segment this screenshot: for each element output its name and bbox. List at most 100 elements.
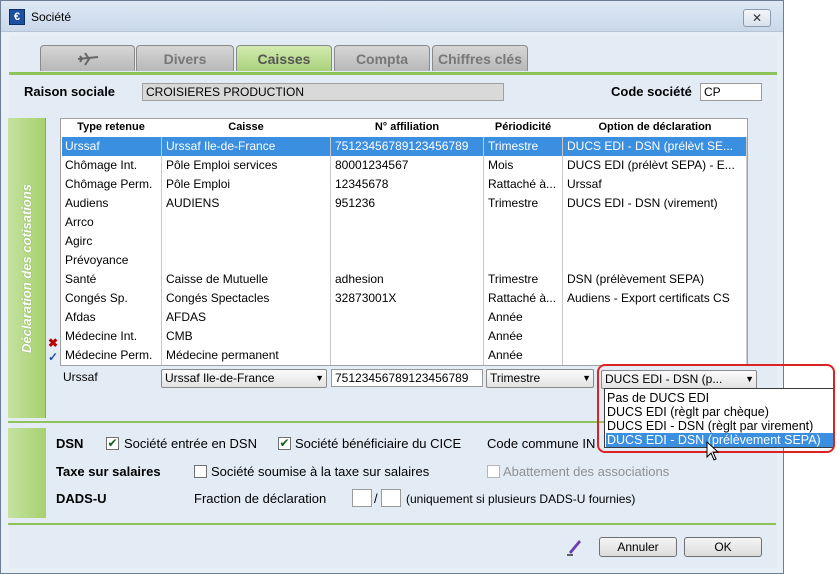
col-header[interactable]: Option de déclaration <box>563 121 747 137</box>
table-cell[interactable]: Trimestre <box>488 139 562 153</box>
table-cell[interactable]: Agirc <box>65 234 160 248</box>
affiliation-field[interactable]: 75123456789123456789 <box>331 369 483 387</box>
bottom-side-band <box>8 428 46 518</box>
table-cell[interactable]: Trimestre <box>488 196 562 210</box>
table-row[interactable]: Congés Sp. Congés Spectacles 32873001X Ratt… <box>62 289 746 308</box>
table-cell[interactable]: DUCS EDI - DSN (prélèvt SE... <box>567 139 747 153</box>
dsn-entree-checkbox[interactable]: ✔ <box>106 437 119 450</box>
highlight-annotation <box>597 364 835 453</box>
table-cell[interactable]: Urssaf <box>567 177 747 191</box>
col-header[interactable]: N° affiliation <box>331 121 483 137</box>
close-button[interactable]: ✕ <box>743 9 771 27</box>
col-header[interactable]: Périodicité <box>484 121 562 137</box>
table-row[interactable]: Afdas AFDAS Année <box>62 308 746 327</box>
code-societe-field[interactable]: CP <box>700 83 762 101</box>
raison-sociale-field[interactable]: CROISIERES PRODUCTION <box>142 83 504 101</box>
tab-caisses[interactable]: Caisses <box>236 45 332 71</box>
table-cell[interactable]: Médecine permanent <box>166 348 330 362</box>
table-row[interactable]: Médecine Int. CMB Année <box>62 327 746 346</box>
pen-icon[interactable] <box>565 536 585 556</box>
table-cell[interactable]: DUCS EDI - DSN (virement) <box>567 196 747 210</box>
table-cell[interactable]: 32873001X <box>335 291 483 305</box>
table-cell[interactable]: Arrco <box>65 215 160 229</box>
table-cell[interactable]: Santé <box>65 272 160 286</box>
table-cell[interactable]: CMB <box>166 329 330 343</box>
fraction-den-field[interactable] <box>381 489 401 507</box>
code-commune-label: Code commune IN <box>487 436 596 451</box>
table-row[interactable]: Agirc <box>62 232 746 251</box>
table-cell[interactable]: Pôle Emploi services <box>166 158 330 172</box>
table-row[interactable]: Chômage Int. Pôle Emploi services 80001234… <box>62 156 746 175</box>
grid-scrollbar[interactable]: ▲ ▼ <box>746 137 747 365</box>
dsn-label: DSN <box>56 436 84 451</box>
table-cell[interactable]: DUCS EDI (prélèvt SEPA) - E... <box>567 158 747 172</box>
table-cell[interactable]: Médecine Perm. <box>65 348 160 362</box>
fraction-num-field[interactable] <box>352 489 372 507</box>
chevron-down-icon: ▼ <box>315 373 324 383</box>
table-row[interactable]: Médecine Perm. Médecine permanent Année <box>62 346 746 365</box>
table-cell[interactable]: Audiens - Export certificats CS <box>567 291 747 305</box>
table-cell[interactable]: Rattaché à... <box>488 177 562 191</box>
cancel-button[interactable]: Annuler <box>599 537 677 557</box>
caisse-select[interactable]: Urssaf Ile-de-France ▼ <box>161 369 327 388</box>
cice-checkbox[interactable]: ✔ <box>278 437 291 450</box>
down-row-icon[interactable]: ✓ <box>48 350 58 364</box>
table-cell[interactable]: adhesion <box>335 272 483 286</box>
periodicite-select[interactable]: Trimestre ▼ <box>486 369 594 388</box>
table-row[interactable]: Chômage Perm. Pôle Emploi 12345678 Rattaché… <box>62 175 746 194</box>
tab-divers[interactable]: Divers <box>136 45 234 71</box>
table-cell[interactable]: Prévoyance <box>65 253 160 267</box>
cice-label: Société bénéficiaire du CICE <box>295 436 462 451</box>
table-cell[interactable]: Médecine Int. <box>65 329 160 343</box>
abattement-label: Abattement des associations <box>503 464 670 479</box>
table-cell[interactable]: Année <box>488 310 562 324</box>
table-row[interactable]: Santé Caisse de Mutuelle adhesion Trimestre… <box>62 270 746 289</box>
table-cell[interactable]: AFDAS <box>166 310 330 324</box>
delete-row-icon[interactable]: ✖ <box>48 336 58 350</box>
table-cell[interactable]: 951236 <box>335 196 483 210</box>
fraction-label: Fraction de déclaration <box>194 491 327 506</box>
table-cell[interactable]: Audiens <box>65 196 160 210</box>
table-row[interactable]: Audiens AUDIENS 951236 Trimestre DUCS EDI - … <box>62 194 746 213</box>
tab-chiffres-cles[interactable]: Chiffres clés <box>432 45 528 71</box>
table-cell[interactable]: Rattaché à... <box>488 291 562 305</box>
table-row[interactable]: Urssaf Urssaf Ile-de-France 75123456789123… <box>62 137 746 156</box>
tab-tools[interactable] <box>40 45 135 71</box>
side-label: Déclaration des cotisations <box>19 183 35 353</box>
table-cell[interactable]: Caisse de Mutuelle <box>166 272 330 286</box>
table-row[interactable]: Prévoyance <box>62 251 746 270</box>
table-cell[interactable]: 75123456789123456789 <box>335 139 483 153</box>
table-cell[interactable]: DSN (prélèvement SEPA) <box>567 272 747 286</box>
table-cell[interactable]: Mois <box>488 158 562 172</box>
app-icon: € <box>9 9 25 25</box>
tab-underline <box>9 72 777 75</box>
caisses-grid[interactable]: Type retenue Caisse N° affiliation Pério… <box>60 118 748 366</box>
table-cell[interactable]: Année <box>488 329 562 343</box>
table-cell[interactable]: Afdas <box>65 310 160 324</box>
tab-compta[interactable]: Compta <box>334 45 430 71</box>
footer-divider <box>8 523 776 525</box>
table-cell[interactable]: 12345678 <box>335 177 483 191</box>
table-cell[interactable]: Urssaf Ile-de-France <box>166 139 330 153</box>
table-cell[interactable]: Chômage Int. <box>65 158 160 172</box>
table-cell[interactable]: Année <box>488 348 562 362</box>
ok-button[interactable]: OK <box>684 537 762 557</box>
table-cell[interactable]: AUDIENS <box>166 196 330 210</box>
table-cell[interactable]: 80001234567 <box>335 158 483 172</box>
code-societe-label: Code société <box>611 84 692 99</box>
col-header[interactable]: Type retenue <box>61 121 161 137</box>
table-cell[interactable]: Congés Spectacles <box>166 291 330 305</box>
table-cell[interactable]: Chômage Perm. <box>65 177 160 191</box>
table-row[interactable]: Arrco <box>62 213 746 232</box>
col-header[interactable]: Caisse <box>162 121 330 137</box>
abattement-checkbox[interactable] <box>487 465 500 478</box>
taxe-soumise-label: Société soumise à la taxe sur salaires <box>211 464 430 479</box>
taxe-checkbox[interactable] <box>194 465 207 478</box>
airplane-icon <box>77 52 98 66</box>
table-cell[interactable]: Urssaf <box>65 139 160 153</box>
table-cell[interactable]: Congés Sp. <box>65 291 160 305</box>
title-bar: € Société ✕ <box>1 1 783 32</box>
table-cell[interactable]: Trimestre <box>488 272 562 286</box>
table-cell[interactable]: Pôle Emploi <box>166 177 330 191</box>
dadsu-note: (uniquement si plusieurs DADS-U fournies… <box>406 492 636 506</box>
